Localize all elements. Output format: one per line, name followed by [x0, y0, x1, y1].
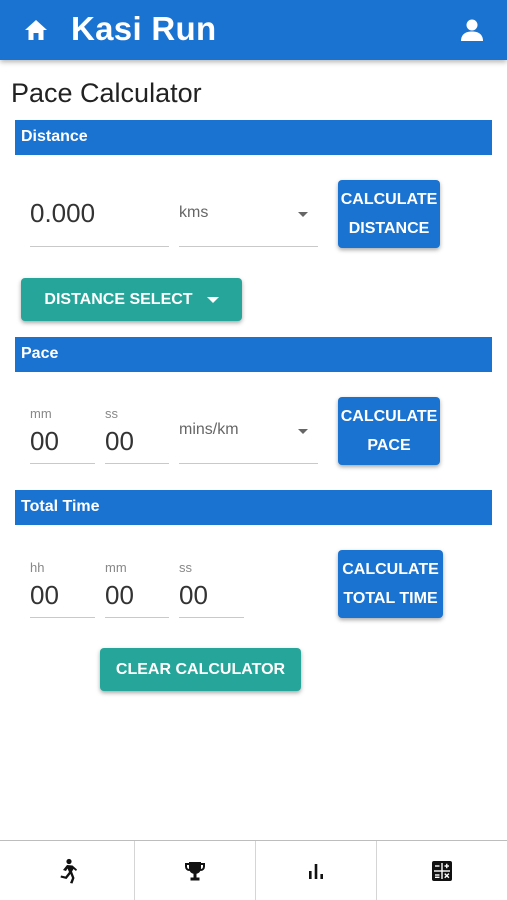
calculate-total-time-line2: TOTAL TIME	[343, 590, 438, 607]
chevron-down-icon	[206, 296, 219, 303]
bottom-nav	[0, 840, 507, 900]
nav-item-stats[interactable]	[256, 841, 377, 900]
user-icon	[461, 19, 483, 41]
nav-item-trophies[interactable]	[135, 841, 256, 900]
total-time-header: Total Time	[15, 490, 492, 525]
calculate-distance-button[interactable]: CALCULATE DISTANCE	[338, 180, 440, 248]
distance-select-label: DISTANCE SELECT	[44, 290, 193, 308]
trophy-icon	[185, 862, 205, 881]
calculate-total-time-button[interactable]: CALCULATE TOTAL TIME	[338, 550, 443, 618]
total-minutes-value: 00	[105, 580, 134, 610]
total-seconds-field[interactable]: ss 00	[179, 560, 244, 618]
app-bar: Kasi Run	[0, 0, 507, 60]
pace-seconds-field[interactable]: ss 00	[105, 406, 169, 464]
calculate-distance-line2: DISTANCE	[348, 220, 430, 237]
bar-chart-icon	[309, 864, 323, 879]
calculate-distance-line1: CALCULATE	[340, 191, 438, 208]
calculate-total-time-line1: CALCULATE	[342, 561, 439, 578]
pace-header: Pace	[15, 337, 492, 372]
pace-minutes-value: 00	[30, 426, 59, 456]
calculator-icon	[432, 861, 452, 881]
pace-seconds-label: ss	[105, 406, 118, 421]
pace-unit-value: mins/km	[179, 421, 239, 438]
pace-minutes-field[interactable]: mm 00	[30, 406, 95, 464]
pace-unit-select[interactable]: mins/km	[179, 408, 318, 464]
runner-icon	[60, 858, 77, 884]
chevron-down-icon	[298, 212, 308, 217]
account-button[interactable]	[458, 18, 486, 42]
distance-header: Distance	[15, 120, 492, 155]
pace-seconds-value: 00	[105, 426, 134, 456]
distance-unit-value: kms	[179, 204, 209, 221]
distance-field[interactable]: 0.000	[30, 180, 169, 247]
total-hours-value: 00	[30, 580, 59, 610]
pace-minutes-label: mm	[30, 406, 52, 421]
nav-item-calculator[interactable]	[377, 841, 507, 900]
distance-value: 0.000	[30, 198, 96, 228]
home-icon	[25, 20, 47, 40]
total-hours-field[interactable]: hh 00	[30, 560, 95, 618]
total-hours-label: hh	[30, 560, 45, 575]
total-seconds-value: 00	[179, 580, 208, 610]
calculate-pace-button[interactable]: CALCULATE PACE	[338, 397, 440, 465]
distance-select-button[interactable]: DISTANCE SELECT	[21, 278, 242, 321]
calculate-pace-line1: CALCULATE	[340, 408, 438, 425]
nav-item-run[interactable]	[0, 841, 135, 900]
page-title: Pace Calculator	[11, 78, 202, 108]
home-button[interactable]	[22, 17, 50, 43]
chevron-down-icon	[298, 429, 308, 434]
distance-unit-select[interactable]: kms	[179, 180, 318, 247]
total-minutes-field[interactable]: mm 00	[105, 560, 169, 618]
calculate-pace-line2: PACE	[367, 437, 411, 454]
total-minutes-label: mm	[105, 560, 127, 575]
clear-calculator-button[interactable]: CLEAR CALCULATOR	[100, 648, 301, 691]
total-seconds-label: ss	[179, 560, 192, 575]
app-title: Kasi Run	[71, 10, 217, 47]
